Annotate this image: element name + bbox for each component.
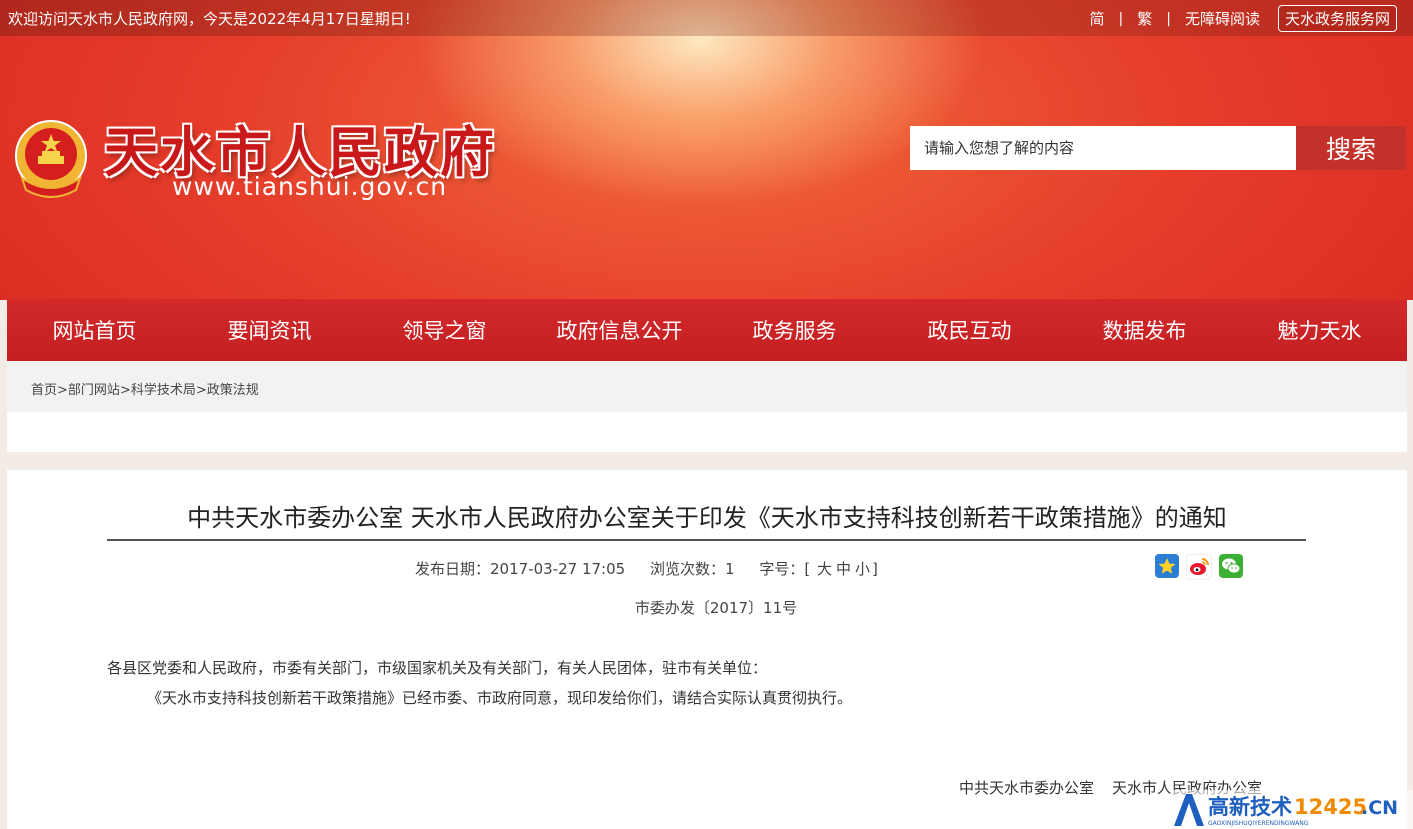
nav-item-data[interactable]: 数据发布 [1057,299,1232,361]
share-buttons [1155,554,1243,580]
font-bracket-close: ] [872,560,878,578]
accessible-reading-link[interactable]: 无障碍阅读 [1175,4,1270,33]
wechat-icon[interactable] [1219,554,1243,578]
favorite-star-icon[interactable] [1155,554,1179,578]
national-emblem-icon [15,120,87,198]
font-small-button[interactable]: 小 [853,560,872,578]
nav-item-news[interactable]: 要闻资讯 [182,299,357,361]
nav-item-info-disclosure[interactable]: 政府信息公开 [532,299,707,361]
svg-text:.CN: .CN [1361,797,1398,819]
breadcrumb-home[interactable]: 首页 [31,383,57,398]
views-label: 浏览次数： [649,560,725,578]
breadcrumb-science-bureau[interactable]: 科学技术局 [131,383,196,398]
svg-text:高新技术: 高新技术 [1208,795,1292,819]
font-label: 字号： [759,560,805,578]
watermark-logo: 高新技术 12425 .CN GAOXINJISHUQIYERENDINGWAN… [1170,790,1413,829]
site-url: www.tianshui.gov.cn [172,172,448,201]
recipients-paragraph: 各县区党委和人民政府，市委有关部门，市级国家机关及有关部门，有关人民团体，驻市有… [107,659,768,677]
top-links: 简 | 繁 | 无障碍阅读 天水政务服务网 [1080,4,1397,33]
font-large-button[interactable]: 大 [815,560,834,578]
publish-value: 2017-03-27 17:05 [490,560,626,578]
nav-item-charm-tianshui[interactable]: 魅力天水 [1232,299,1407,361]
breadcrumb-separator: > [195,383,207,398]
nav-item-home[interactable]: 网站首页 [7,299,182,361]
service-portal-link[interactable]: 天水政务服务网 [1277,5,1397,32]
separator: | [1166,10,1171,27]
weibo-icon[interactable] [1186,554,1212,580]
search-button[interactable]: 搜索 [1296,126,1406,170]
traditional-link[interactable]: 繁 [1127,4,1162,33]
article-meta: 发布日期：2017-03-27 17:05 浏览次数：1 字号：[ 大中小] [415,558,898,579]
body-paragraph: 《天水市支持科技创新若干政策措施》已经市委、市政府同意，现印发给你们，请结合实际… [147,689,853,707]
signer-party-office: 中共天水市委办公室 [959,779,1095,797]
publish-label: 发布日期： [415,560,491,578]
svg-text:GAOXINJISHUQIYERENDINGWANG: GAOXINJISHUQIYERENDINGWANG [1208,820,1309,827]
top-bar: 欢迎访问天水市人民政府网，今天是2022年4月17日星期日! 简 | 繁 | 无… [0,0,1413,36]
svg-text:12425: 12425 [1294,795,1367,819]
font-size-selector: 字号：[ 大中小] [759,560,878,578]
font-medium-button[interactable]: 中 [834,560,853,578]
publish-date: 发布日期：2017-03-27 17:05 [415,560,625,578]
view-count: 浏览次数：1 [650,560,735,578]
separator: | [1118,10,1124,27]
font-bracket-open: [ [804,560,811,578]
breadcrumb-department-sites[interactable]: 部门网站 [68,383,120,398]
simplified-link[interactable]: 简 [1080,4,1115,33]
nav-item-services[interactable]: 政务服务 [707,299,882,361]
views-value: 1 [724,560,735,578]
welcome-text: 欢迎访问天水市人民政府网，今天是2022年4月17日星期日! [8,10,411,28]
title-divider [107,539,1306,541]
site-header: 欢迎访问天水市人民政府网，今天是2022年4月17日星期日! 简 | 繁 | 无… [0,0,1413,300]
blank-bar [7,412,1407,453]
main-nav: 网站首页 要闻资讯 领导之窗 政府信息公开 政务服务 政民互动 数据发布 魅力天… [7,299,1407,361]
breadcrumb-separator: > [57,383,68,398]
breadcrumb: 首页>部门网站>科学技术局>政策法规 [7,362,1407,412]
breadcrumb-policy[interactable]: 政策法规 [207,383,259,398]
nav-item-interaction[interactable]: 政民互动 [882,299,1057,361]
breadcrumb-separator: > [119,383,131,398]
nav-item-leaders[interactable]: 领导之窗 [357,299,532,361]
article-title: 中共天水市委办公室 天水市人民政府办公室关于印发《天水市支持科技创新若干政策措施… [187,504,1227,532]
document-number: 市委办发〔2017〕11号 [634,599,798,617]
search-input[interactable] [910,126,1296,170]
article: 中共天水市委办公室 天水市人民政府办公室关于印发《天水市支持科技创新若干政策措施… [7,470,1407,829]
